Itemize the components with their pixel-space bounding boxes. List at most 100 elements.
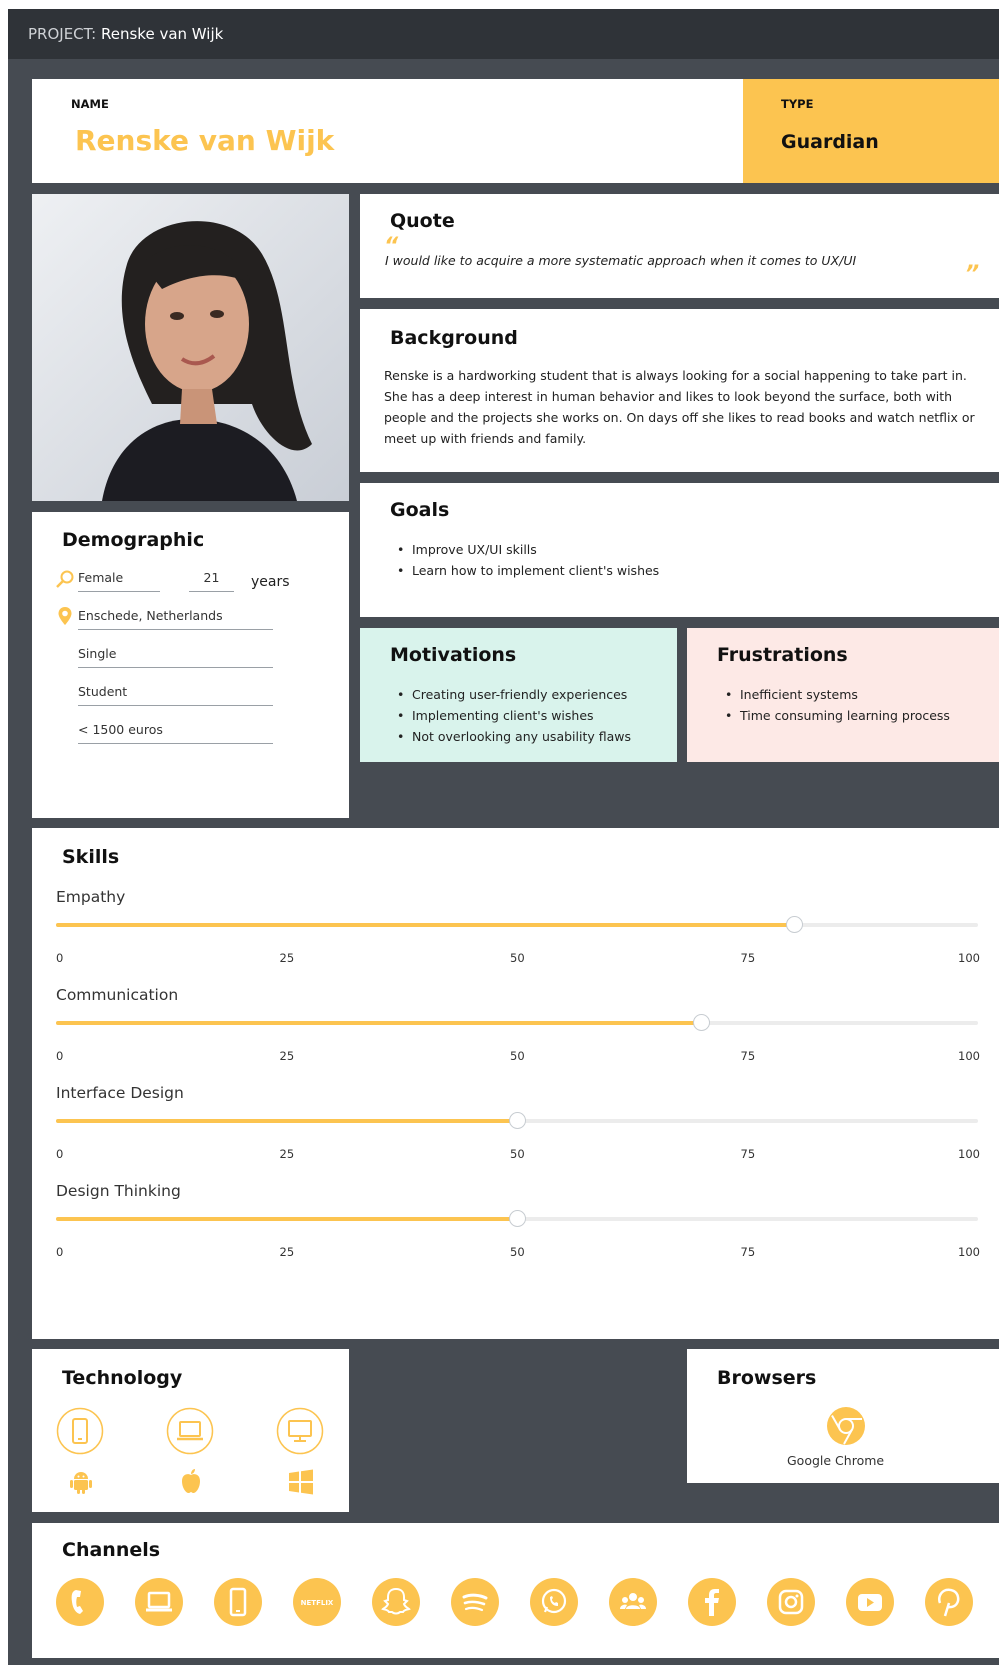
frustrations-list: Inefficient systems Time consuming learn…	[725, 684, 950, 726]
slider-tick-label: 50	[510, 951, 525, 965]
slider-thumb[interactable]	[785, 916, 803, 933]
desktop-icon	[276, 1407, 324, 1459]
name-label: NAME	[71, 97, 109, 111]
browsers-title: Browsers	[717, 1367, 817, 1389]
slider-thumb[interactable]	[693, 1014, 711, 1031]
persona-type: Guardian	[781, 131, 879, 153]
slider-tick-label: 75	[740, 951, 756, 965]
slider-tick-label: 75	[740, 1049, 756, 1063]
motivations-title: Motivations	[390, 644, 517, 666]
skill-slider: Design Thinking 0 25 50 75 100	[32, 1182, 999, 1280]
top-bar: PROJECT: Renske van Wijk	[8, 9, 999, 59]
technology-title: Technology	[62, 1367, 183, 1389]
phone-icon[interactable]	[56, 1578, 104, 1626]
slider-tick-label: 75	[740, 1245, 756, 1259]
gender-field: Female	[78, 570, 160, 592]
slider-tick-label: 100	[958, 1049, 980, 1063]
persona-name: Renske van Wijk	[75, 124, 335, 157]
slider-fill	[56, 923, 794, 927]
pinterest-icon[interactable]	[925, 1578, 973, 1626]
list-item: Implementing client's wishes	[397, 705, 631, 726]
income-field: < 1500 euros	[78, 722, 273, 744]
quote-title: Quote	[390, 210, 455, 232]
background-card: Background Renske is a hardworking stude…	[360, 309, 999, 472]
android-icon	[69, 1469, 93, 1499]
demographic-title: Demographic	[62, 529, 205, 551]
slider-tick-label: 0	[56, 1049, 64, 1063]
occupation-field: Student	[78, 684, 273, 706]
slider-tick-label: 50	[510, 1049, 525, 1063]
close-quote-mark: ”	[965, 262, 980, 287]
facebook-icon[interactable]	[688, 1578, 736, 1626]
slider-tick-label: 100	[958, 1147, 980, 1161]
slider-tick-label: 25	[279, 951, 295, 965]
quote-card: Quote “ I would like to acquire a more s…	[360, 194, 999, 298]
list-item: Time consuming learning process	[725, 705, 950, 726]
demographic-card: Demographic Female 21 years Enschede, Ne…	[32, 512, 349, 818]
persona-photo	[32, 194, 349, 501]
slider-fill	[56, 1119, 517, 1123]
background-text: Renske is a hardworking student that is …	[384, 368, 975, 446]
relationship-field: Single	[78, 646, 273, 668]
background-title: Background	[390, 327, 518, 349]
laptop-icon	[166, 1407, 214, 1459]
location-field: Enschede, Netherlands	[78, 608, 273, 630]
slider-tick-label: 50	[510, 1245, 525, 1259]
youtube-icon[interactable]	[846, 1578, 894, 1626]
skill-slider: Empathy 0 25 50 75 100	[32, 888, 999, 986]
chrome-icon[interactable]	[826, 1406, 866, 1450]
slider-tick-label: 100	[958, 1245, 980, 1259]
slider-track[interactable]	[56, 1112, 978, 1129]
motivations-card: Motivations Creating user-friendly exper…	[360, 628, 677, 762]
slider-tick-label: 50	[510, 1147, 525, 1161]
persona-canvas: NAME Renske van Wijk TYPE Guardian Quote	[8, 59, 999, 1665]
skill-slider: Communication 0 25 50 75 100	[32, 986, 999, 1084]
project-name: Renske van Wijk	[101, 25, 224, 43]
project-prefix: PROJECT:	[28, 25, 97, 43]
list-item: Inefficient systems	[725, 684, 950, 705]
browser-label: Google Chrome	[787, 1453, 885, 1468]
name-card: NAME Renske van Wijk	[32, 79, 743, 183]
snapchat-icon[interactable]	[372, 1578, 420, 1626]
location-pin-icon	[57, 606, 73, 630]
slider-tick-label: 0	[56, 1245, 64, 1259]
apple-icon	[179, 1467, 203, 1499]
skill-name: Design Thinking	[56, 1182, 181, 1200]
female-search-icon	[55, 569, 75, 593]
community-icon[interactable]	[609, 1578, 657, 1626]
goals-card: Goals Improve UX/UI skills Learn how to …	[360, 483, 999, 617]
channels-card: Channels NETFLIX	[32, 1523, 999, 1658]
type-label: TYPE	[781, 97, 814, 111]
list-item: Learn how to implement client's wishes	[397, 560, 659, 581]
laptop-icon[interactable]	[135, 1578, 183, 1626]
skill-name: Empathy	[56, 888, 126, 906]
frustrations-card: Frustrations Inefficient systems Time co…	[687, 628, 999, 762]
age-field: 21	[189, 570, 234, 592]
slider-track[interactable]	[56, 1210, 978, 1227]
slider-thumb[interactable]	[509, 1112, 526, 1129]
spotify-icon[interactable]	[451, 1578, 499, 1626]
windows-icon	[288, 1469, 314, 1499]
skills-title: Skills	[62, 846, 120, 868]
browsers-card: Browsers Google Chrome	[687, 1349, 999, 1483]
channels-title: Channels	[62, 1539, 161, 1561]
skill-name: Communication	[56, 986, 179, 1004]
frustrations-title: Frustrations	[717, 644, 848, 666]
slider-track[interactable]	[56, 1014, 978, 1031]
instagram-icon[interactable]	[767, 1578, 815, 1626]
list-item: Improve UX/UI skills	[397, 539, 659, 560]
netflix-icon[interactable]: NETFLIX	[293, 1578, 341, 1626]
goals-list: Improve UX/UI skills Learn how to implem…	[397, 539, 659, 581]
technology-card: Technology	[32, 1349, 349, 1512]
slider-tick-label: 25	[279, 1245, 295, 1259]
list-item: Not overlooking any usability flaws	[397, 726, 631, 747]
slider-track[interactable]	[56, 916, 978, 933]
smartphone-icon[interactable]	[214, 1578, 262, 1626]
netflix-text: NETFLIX	[301, 1599, 334, 1607]
slider-thumb[interactable]	[509, 1210, 526, 1227]
motivations-list: Creating user-friendly experiences Imple…	[397, 684, 631, 747]
slider-tick-label: 25	[279, 1147, 295, 1161]
whatsapp-icon[interactable]	[530, 1578, 578, 1626]
quote-text: I would like to acquire a more systemati…	[385, 253, 857, 268]
slider-tick-label: 0	[56, 1147, 64, 1161]
